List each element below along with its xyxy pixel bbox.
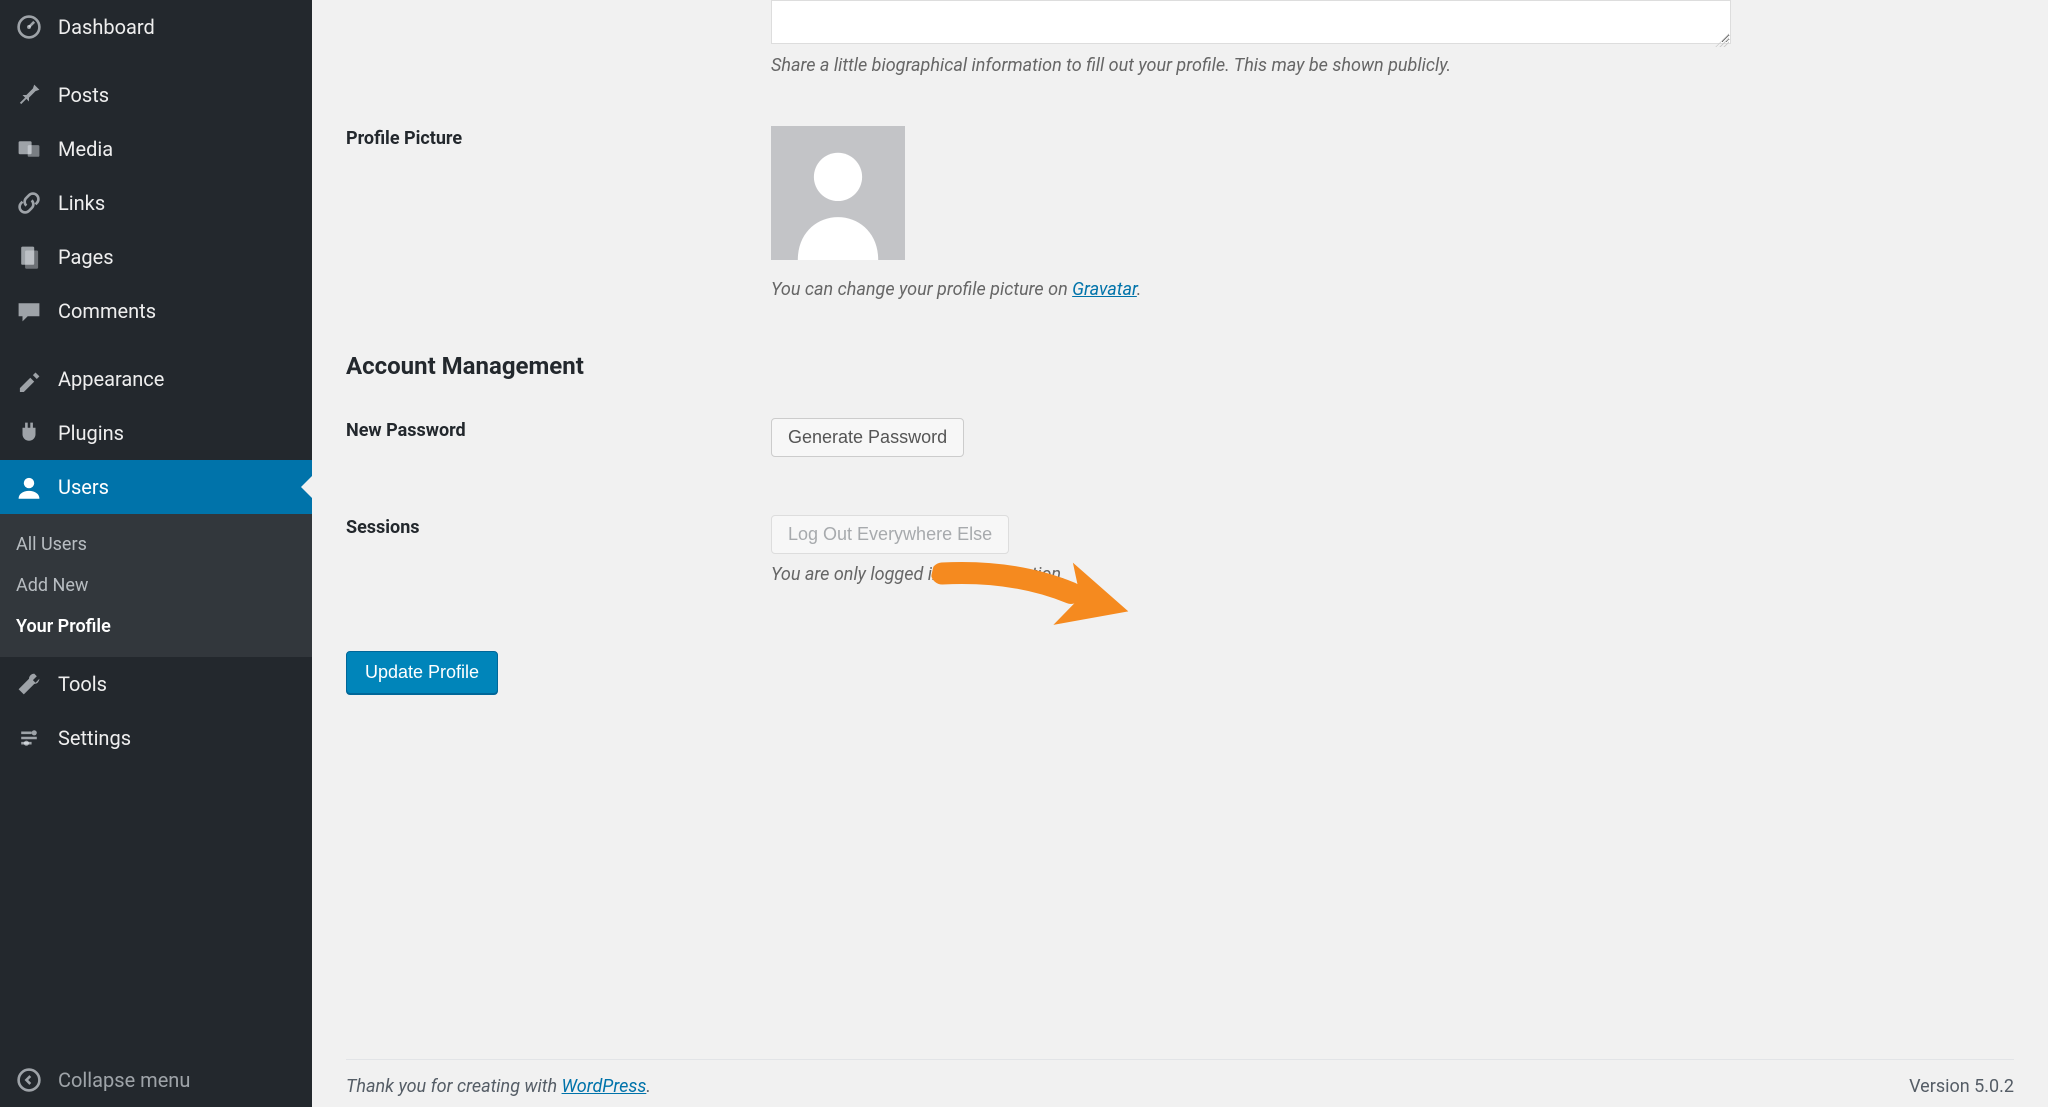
footer-thankyou-suffix: .: [646, 1076, 651, 1097]
gravatar-desc-suffix: .: [1137, 279, 1142, 300]
submenu-your-profile[interactable]: Your Profile: [0, 606, 312, 647]
sidebar-item-links[interactable]: Links: [0, 176, 312, 230]
sidebar-item-tools[interactable]: Tools: [0, 657, 312, 711]
sidebar-item-pages[interactable]: Pages: [0, 230, 312, 284]
version-text: Version 5.0.2: [1909, 1076, 2014, 1097]
sidebar-item-label: Media: [58, 137, 113, 161]
submenu-all-users[interactable]: All Users: [0, 524, 312, 565]
sidebar-item-label: Appearance: [58, 367, 164, 391]
appearance-icon: [16, 366, 42, 392]
collapse-menu-button[interactable]: Collapse menu: [0, 1053, 312, 1107]
sidebar-item-appearance[interactable]: Appearance: [0, 352, 312, 406]
update-profile-button[interactable]: Update Profile: [346, 651, 498, 694]
sidebar-item-label: Dashboard: [58, 15, 155, 39]
avatar-placeholder: [771, 126, 905, 260]
users-submenu: All Users Add New Your Profile: [0, 514, 312, 657]
link-icon: [16, 190, 42, 216]
sidebar-item-settings[interactable]: Settings: [0, 711, 312, 765]
sidebar-item-label: Comments: [58, 299, 156, 323]
admin-footer: Thank you for creating with WordPress. V…: [346, 1059, 2014, 1097]
sidebar-item-users[interactable]: Users: [0, 460, 312, 514]
sidebar-item-media[interactable]: Media: [0, 122, 312, 176]
plugins-icon: [16, 420, 42, 446]
sessions-label: Sessions: [346, 515, 771, 538]
submenu-add-new[interactable]: Add New: [0, 565, 312, 606]
sidebar-item-posts[interactable]: Posts: [0, 68, 312, 122]
tools-icon: [16, 671, 42, 697]
sessions-description: You are only logged in at this location.: [771, 564, 2014, 585]
sidebar-item-comments[interactable]: Comments: [0, 284, 312, 338]
media-icon: [16, 136, 42, 162]
logout-everywhere-button[interactable]: Log Out Everywhere Else: [771, 515, 1009, 554]
profile-content: Share a little biographical information …: [312, 0, 2048, 1107]
pin-icon: [16, 82, 42, 108]
wordpress-link[interactable]: WordPress: [562, 1076, 647, 1097]
generate-password-button[interactable]: Generate Password: [771, 418, 964, 457]
sidebar-item-label: Settings: [58, 726, 131, 750]
account-management-heading: Account Management: [346, 352, 2014, 380]
pages-icon: [16, 244, 42, 270]
users-icon: [16, 474, 42, 500]
sidebar-item-label: Plugins: [58, 421, 124, 445]
sidebar-item-plugins[interactable]: Plugins: [0, 406, 312, 460]
admin-sidebar: Dashboard Posts Media Links Pages: [0, 0, 312, 1107]
sidebar-item-dashboard[interactable]: Dashboard: [0, 0, 312, 54]
bio-textarea[interactable]: [771, 0, 1731, 44]
sidebar-item-label: Users: [58, 475, 109, 499]
new-password-label: New Password: [346, 418, 771, 441]
profile-picture-label: Profile Picture: [346, 126, 771, 149]
gravatar-desc-prefix: You can change your profile picture on: [771, 279, 1072, 300]
footer-thankyou-prefix: Thank you for creating with: [346, 1076, 562, 1097]
dashboard-icon: [16, 14, 42, 40]
collapse-icon: [16, 1067, 42, 1093]
comments-icon: [16, 298, 42, 324]
sidebar-item-label: Tools: [58, 672, 107, 696]
settings-icon: [16, 725, 42, 751]
sidebar-item-label: Links: [58, 191, 105, 215]
bio-description: Share a little biographical information …: [771, 55, 2014, 76]
collapse-menu-label: Collapse menu: [58, 1068, 190, 1092]
gravatar-link[interactable]: Gravatar: [1072, 279, 1137, 300]
sidebar-item-label: Posts: [58, 83, 109, 107]
sidebar-item-label: Pages: [58, 245, 114, 269]
